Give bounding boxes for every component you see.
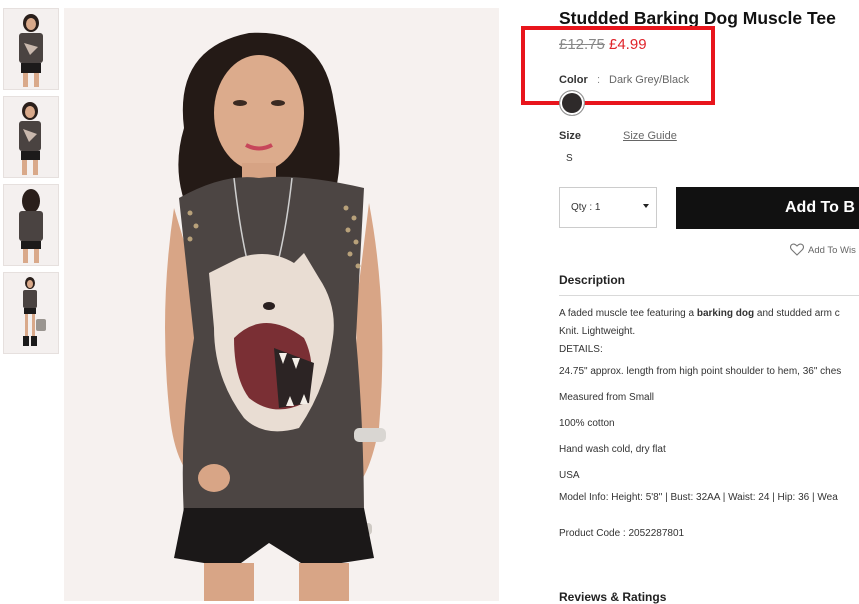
- divider: [559, 295, 859, 296]
- thumbnail-list: [3, 8, 59, 360]
- add-to-bag-button[interactable]: Add To B: [676, 187, 859, 229]
- description-bold: barking dog: [696, 308, 755, 319]
- color-swatch-dark-grey[interactable]: [559, 90, 585, 116]
- description-line-1: A faded muscle tee featuring a barking d…: [559, 308, 840, 319]
- highlight-box: [521, 26, 715, 105]
- detail-measured: Measured from Small: [559, 392, 655, 403]
- description-text-end: and studded arm c: [754, 308, 840, 319]
- detail-model-info: Model Info: Height: 5'8" | Bust: 32AA | …: [559, 492, 838, 503]
- chevron-down-icon: [643, 204, 649, 208]
- size-option-s[interactable]: S: [566, 153, 573, 164]
- detail-length: 24.75" approx. length from high point sh…: [559, 366, 842, 377]
- detail-cotton: 100% cotton: [559, 418, 615, 429]
- detail-wash: Hand wash cold, dry flat: [559, 444, 666, 455]
- product-code: Product Code : 2052287801: [559, 528, 685, 539]
- add-to-wishlist-link[interactable]: Add To Wis: [789, 243, 856, 259]
- size-guide-link[interactable]: Size Guide: [623, 130, 677, 142]
- reviews-heading[interactable]: Reviews & Ratings: [559, 590, 666, 604]
- thumbnail-side[interactable]: [3, 96, 59, 178]
- quantity-select[interactable]: Qty : 1: [559, 187, 657, 228]
- product-main-image[interactable]: [64, 8, 499, 601]
- thumbnail-full[interactable]: [3, 272, 59, 354]
- heart-icon: [789, 243, 805, 259]
- wishlist-label: Add To Wis: [808, 245, 856, 256]
- thumbnail-front[interactable]: [3, 8, 59, 90]
- size-label: Size: [559, 130, 582, 142]
- description-text: A faded muscle tee featuring a: [559, 308, 697, 319]
- description-line-2: Knit. Lightweight.: [559, 326, 636, 337]
- thumbnail-back[interactable]: [3, 184, 59, 266]
- description-heading: Description: [559, 273, 626, 287]
- quantity-label: Qty : 1: [571, 202, 601, 213]
- details-label: DETAILS:: [559, 344, 603, 355]
- detail-origin: USA: [559, 470, 580, 481]
